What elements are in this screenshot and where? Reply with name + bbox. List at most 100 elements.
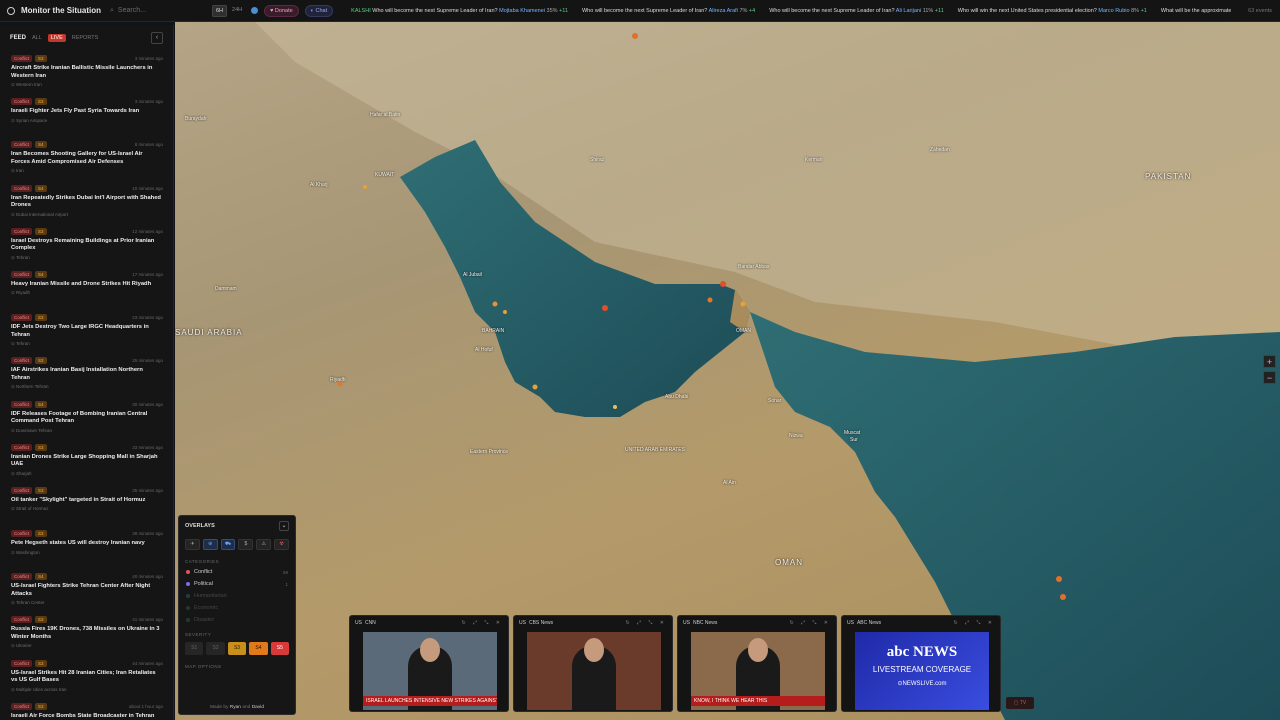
- video-stream[interactable]: [527, 632, 661, 710]
- severity-s2-button[interactable]: S2: [206, 642, 225, 655]
- category-badge: Conflict: [11, 659, 33, 667]
- video-panel-cnn[interactable]: US CNN ↻ ⤢ ⤡ ✕ ISRAEL LAUNCHES INTENSIVE NE…: [349, 615, 509, 712]
- severity-filter: S1 S2 S3 S4 S5: [179, 639, 295, 658]
- video-stream[interactable]: KNOW, I THINK WE HEAR THIS: [691, 632, 825, 710]
- credit-link-david[interactable]: David: [252, 705, 264, 710]
- credit-link-ryan[interactable]: Ryan: [230, 705, 241, 710]
- category-filter-conflict[interactable]: Conflict 59: [179, 566, 295, 578]
- search-input[interactable]: ⌕ Search...: [110, 7, 210, 15]
- tab-reports[interactable]: REPORTS: [72, 35, 99, 41]
- chevron-down-icon[interactable]: ⌄: [279, 521, 289, 531]
- feed-item-meta: Conflict S3 12 minutes ago: [11, 227, 163, 235]
- ticker-item[interactable]: KALSHI Who will become the next Supreme …: [351, 8, 568, 14]
- severity-s5-button[interactable]: S5: [270, 642, 290, 655]
- feed-item[interactable]: Conflict S3 38 minutes ago Pete Hegseth sta…: [0, 524, 173, 567]
- video-controls[interactable]: ↻ ⤢ ⤡ ✕: [953, 620, 995, 626]
- zoom-in-button[interactable]: +: [1263, 355, 1276, 368]
- ticker-item[interactable]: Who will become the next Supreme Leader …: [769, 8, 944, 14]
- feed-item-location: ⊙ Downtown Tehran: [11, 427, 52, 433]
- tv-toggle-button[interactable]: ▢ TV: [1006, 697, 1034, 709]
- category-badge: Conflict: [11, 227, 33, 235]
- feed-item-meta: Conflict S4 30 minutes ago: [11, 400, 163, 408]
- ticker-candidate: Marco Rubio: [1098, 7, 1132, 14]
- ticker-item[interactable]: What will be the approximate number of: [1161, 8, 1231, 14]
- feed-item[interactable]: Conflict S3 33 minutes ago Iranian Drones S…: [0, 438, 173, 481]
- app-logo-icon: [7, 6, 15, 15]
- ticker-item[interactable]: Who will become the next Supreme Leader …: [582, 8, 755, 14]
- ticker-question: Who will become the next Supreme Leader …: [372, 7, 500, 14]
- tab-all[interactable]: ALL: [32, 35, 42, 41]
- feed-item[interactable]: Conflict S3 about 1 hour ago Israeli Air Fo…: [0, 697, 173, 720]
- video-controls[interactable]: ↻ ⤢ ⤡ ✕: [789, 620, 831, 626]
- donate-button[interactable]: ♥ Donate: [264, 4, 299, 17]
- severity-s1-button[interactable]: S1: [185, 642, 204, 655]
- feed-item[interactable]: Conflict S4 40 minutes ago US-Israel Fighte…: [0, 567, 173, 610]
- map-options-toggle[interactable]: MAP OPTIONS: [179, 658, 295, 671]
- video-panel-cbs-news[interactable]: US CBS News ↻ ⤢ ⤡ ✕: [513, 615, 673, 712]
- chat-button[interactable]: ◐ Chat: [304, 4, 334, 17]
- feed-item-title: Russia Fires 19K Drones, 738 Missiles on…: [11, 626, 160, 640]
- layer-markets-toggle[interactable]: $: [238, 539, 254, 550]
- video-stream[interactable]: ISRAEL LAUNCHES INTENSIVE NEW STRIKES AG…: [363, 632, 497, 710]
- category-filter-political[interactable]: Political 1: [179, 578, 295, 590]
- layer-nuclear-toggle[interactable]: ☢: [274, 539, 289, 550]
- feed-item[interactable]: Conflict S3 3 minutes ago Israeli Fighter J…: [0, 92, 173, 135]
- category-filter-disaster[interactable]: Disaster: [179, 614, 295, 626]
- video-controls[interactable]: ↻ ⤢ ⤡ ✕: [461, 620, 503, 626]
- feed-item-time: 40 minutes ago: [132, 574, 163, 580]
- severity-s4-button[interactable]: S4: [249, 642, 268, 655]
- feed-item[interactable]: Conflict S3 12 minutes ago Israel Destroys …: [0, 222, 173, 265]
- layer-aircraft-toggle[interactable]: ✈: [185, 539, 200, 550]
- category-color-dot: [186, 582, 190, 586]
- ticker-percent: 11%: [922, 7, 935, 14]
- country-flag: US: [683, 620, 690, 626]
- feed-item[interactable]: Conflict S4 30 minutes ago IDF Releases Foo…: [0, 395, 173, 438]
- feed-item[interactable]: Conflict S4 8 minutes ago Iran Becomes Shoo…: [0, 135, 173, 178]
- tab-live[interactable]: LIVE: [47, 34, 66, 42]
- feed-item[interactable]: Conflict S3 35 minutes ago Oil tanker "Skyl…: [0, 481, 173, 524]
- video-header: US NBC News ↻ ⤢ ⤡ ✕: [678, 616, 836, 630]
- feed-item[interactable]: Conflict S3 41 minutes ago Russia Fires 19K…: [0, 610, 173, 653]
- feed-item-meta: Conflict S3 25 minutes ago: [11, 357, 163, 365]
- feed-item-meta: Conflict S4 10 minutes ago: [11, 184, 163, 192]
- app-brand[interactable]: Monitor the Situation: [0, 6, 102, 15]
- layer-military-toggle[interactable]: ⊕: [202, 539, 218, 550]
- ticker-item[interactable]: Who will win the next United States pres…: [958, 8, 1147, 14]
- severity-badge: S3: [35, 357, 47, 365]
- zoom-out-button[interactable]: −: [1263, 371, 1276, 384]
- time-range-6h[interactable]: 6H: [212, 4, 228, 17]
- map-place-label: Zahedan: [930, 147, 950, 153]
- video-panel-abc-news[interactable]: US ABC News ↻ ⤢ ⤡ ✕ abc NEWS LIVESTREAM COVE…: [841, 615, 1001, 712]
- severity-s3-button[interactable]: S3: [227, 642, 247, 655]
- time-range-24h[interactable]: 24H: [229, 5, 245, 17]
- layer-vessels-toggle[interactable]: ⛟: [220, 539, 236, 550]
- feed-item-meta: Conflict S4 40 minutes ago: [11, 573, 163, 581]
- feed-item[interactable]: Conflict S3 3 minutes ago Aircraft Strike I…: [0, 49, 173, 92]
- map-place-label: Dammam: [215, 286, 237, 292]
- feed-item[interactable]: Conflict S4 10 minutes ago Iran Repeatedly …: [0, 179, 173, 222]
- feed-item[interactable]: Conflict S3 44 minutes ago US-Israel Strike…: [0, 654, 173, 697]
- severity-label: SEVERITY: [185, 632, 212, 637]
- map-place-label: Eastern Province: [470, 449, 509, 455]
- collapse-feed-button[interactable]: ‹: [151, 32, 163, 44]
- feed-item-location: ⊙ Tehran: [11, 254, 30, 260]
- globe-icon[interactable]: [251, 7, 259, 14]
- feed-item-title: US-Israel Fighters Strike Tehran Center …: [11, 583, 151, 597]
- feed-item[interactable]: Conflict S3 25 minutes ago IAF Airstrikes I…: [0, 351, 173, 394]
- abc-livestream-text: LIVESTREAM COVERAGE: [872, 665, 972, 674]
- video-stream[interactable]: abc NEWS LIVESTREAM COVERAGE ⊙NEWSLIVE.com: [855, 632, 989, 710]
- channel-name: CBS News: [528, 620, 554, 626]
- feed-item-meta: Conflict S3 41 minutes ago: [11, 616, 163, 624]
- feed-item[interactable]: Conflict S4 17 minutes ago Heavy Iranian Mi…: [0, 265, 173, 308]
- channel-name: NBC News: [692, 620, 718, 626]
- ticker-question: What will be the approximate number of: [1160, 7, 1232, 14]
- ticker-change: +4: [748, 7, 756, 14]
- severity-badge: S4: [35, 400, 47, 408]
- category-badge: Conflict: [11, 400, 33, 408]
- layer-alerts-toggle[interactable]: ⚠: [256, 539, 272, 550]
- video-panel-nbc-news[interactable]: US NBC News ↻ ⤢ ⤡ ✕ KNOW, I THINK WE HEAR T…: [677, 615, 837, 712]
- feed-item[interactable]: Conflict S3 23 minutes ago IDF Jets Destroy…: [0, 308, 173, 351]
- video-controls[interactable]: ↻ ⤢ ⤡ ✕: [625, 620, 667, 626]
- category-filter-humanitarian[interactable]: Humanitarian: [179, 590, 295, 602]
- category-filter-economic[interactable]: Economic: [179, 602, 295, 614]
